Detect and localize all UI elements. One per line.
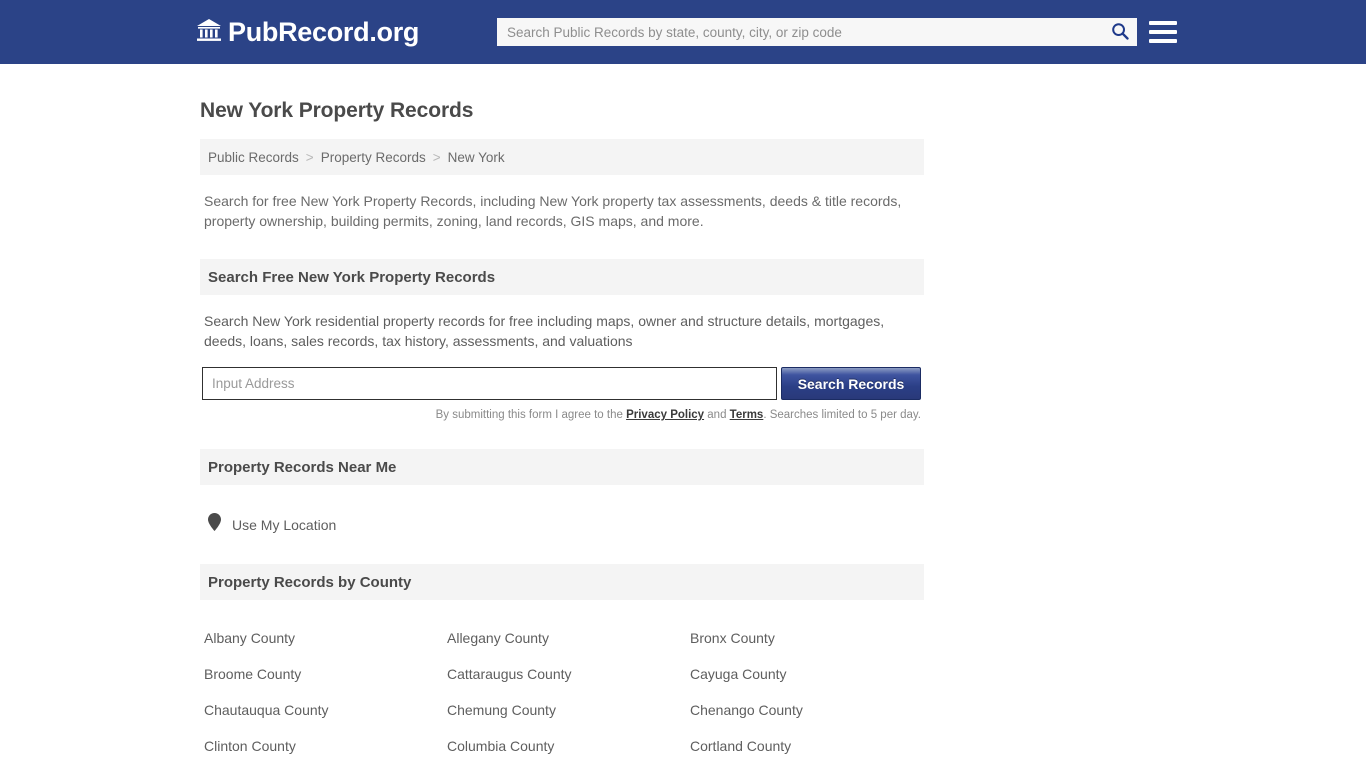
county-link[interactable]: Cattaraugus County — [447, 656, 690, 692]
county-link[interactable]: Cayuga County — [690, 656, 933, 692]
hamburger-menu-icon[interactable] — [1149, 18, 1177, 46]
form-disclaimer: By submitting this form I agree to the P… — [200, 409, 921, 421]
site-header: PubRecord.org — [0, 0, 1366, 64]
header-search-submit-button[interactable] — [1103, 18, 1137, 46]
search-icon — [1111, 22, 1129, 43]
header-search-input[interactable] — [497, 18, 1103, 46]
county-link[interactable]: Dutchess County — [447, 764, 690, 768]
use-my-location-label: Use My Location — [232, 516, 337, 533]
county-link[interactable]: Chemung County — [447, 692, 690, 728]
site-logo-text: PubRecord.org — [228, 16, 420, 47]
address-input[interactable] — [202, 367, 777, 400]
page-intro-text: Search for free New York Property Record… — [204, 193, 902, 229]
breadcrumb-separator: > — [305, 149, 314, 165]
county-links-grid: Albany County Allegany County Bronx County… — [204, 620, 924, 768]
disclaimer-and: and — [704, 409, 730, 421]
county-link[interactable]: Chautauqua County — [204, 692, 447, 728]
county-link[interactable]: Erie County — [690, 764, 933, 768]
county-link[interactable]: Allegany County — [447, 620, 690, 656]
county-link[interactable]: Albany County — [204, 620, 447, 656]
county-link[interactable]: Clinton County — [204, 728, 447, 764]
county-link[interactable]: Columbia County — [447, 728, 690, 764]
county-link[interactable]: Chenango County — [690, 692, 933, 728]
header-search-bar — [497, 18, 1137, 46]
breadcrumb-item-public-records[interactable]: Public Records — [208, 150, 299, 165]
near-me-section-header: Property Records Near Me — [200, 449, 924, 485]
map-pin-icon — [208, 513, 221, 536]
privacy-policy-link[interactable]: Privacy Policy — [626, 409, 704, 421]
search-section-description: Search New York residential property rec… — [204, 313, 885, 349]
site-logo-link[interactable]: PubRecord.org — [196, 18, 419, 47]
bank-building-icon — [196, 18, 222, 47]
breadcrumb-item-new-york[interactable]: New York — [448, 150, 505, 165]
page-title: New York Property Records — [200, 99, 474, 122]
address-search-form: Search Records — [202, 367, 924, 400]
search-records-button[interactable]: Search Records — [781, 367, 921, 400]
county-link[interactable]: Delaware County — [204, 764, 447, 768]
disclaimer-prefix: By submitting this form I agree to the — [435, 409, 627, 421]
search-section-title: Search Free New York Property Records — [208, 268, 496, 286]
county-link[interactable]: Broome County — [204, 656, 447, 692]
breadcrumb-item-property-records[interactable]: Property Records — [321, 150, 426, 165]
disclaimer-suffix: . Searches limited to 5 per day. — [763, 409, 921, 421]
county-section-header: Property Records by County — [200, 564, 924, 600]
near-me-section-title: Property Records Near Me — [208, 458, 397, 476]
content-column: New York Property Records Public Records… — [200, 99, 924, 768]
county-link[interactable]: Cortland County — [690, 728, 933, 764]
page-body: New York Property Records Public Records… — [0, 64, 1366, 768]
search-section-header: Search Free New York Property Records — [200, 259, 924, 295]
county-section-title: Property Records by County — [208, 573, 412, 591]
breadcrumb: Public Records > Property Records > New … — [200, 139, 924, 175]
use-my-location-link[interactable]: Use My Location — [208, 513, 924, 536]
breadcrumb-separator: > — [432, 149, 441, 165]
terms-link[interactable]: Terms — [730, 409, 764, 421]
county-link[interactable]: Bronx County — [690, 620, 933, 656]
